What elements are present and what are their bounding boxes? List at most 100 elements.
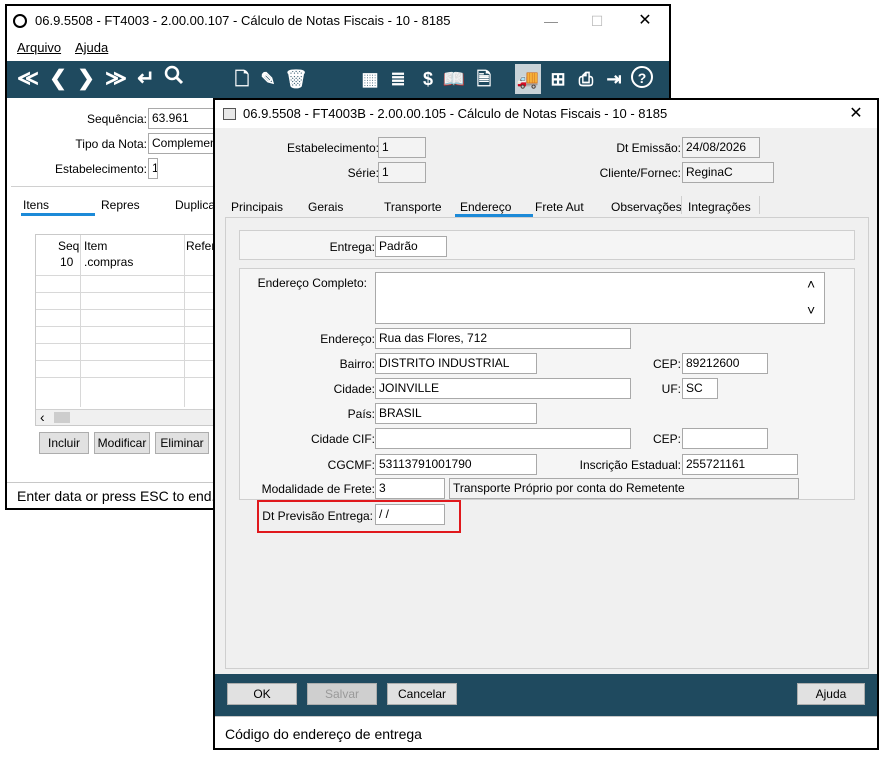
entrega-field[interactable]: Padrão [375,236,447,257]
pais-label: País: [347,407,375,421]
table-row[interactable] [36,326,220,342]
book-icon[interactable]: 📖 [441,64,467,94]
tab-duplicatas[interactable]: Duplica [175,198,215,212]
cep-field[interactable]: 89212600 [682,353,768,374]
modalidade-frete-description: Transporte Próprio por conta do Remetent… [449,478,799,499]
pais-field[interactable]: BRASIL [375,403,537,424]
last-icon[interactable]: ≫ [103,64,129,94]
dt-previsao-entrega-field[interactable]: / / [375,504,445,525]
dollar-icon[interactable]: $ [415,64,441,94]
tree-icon[interactable]: ⊞ [545,64,571,94]
ok-button[interactable]: OK [227,683,297,705]
invoice-icon[interactable]: 🗎 [471,64,497,94]
eliminar-button[interactable]: Eliminar [155,432,209,454]
cidade-cif-label: Cidade CIF: [310,432,375,446]
prev-icon[interactable]: ❮ [45,64,71,94]
first-icon[interactable]: ≪ [15,64,41,94]
cep-label: CEP: [652,357,681,371]
table-row[interactable] [36,377,220,393]
tab-observacoes[interactable]: Observações [611,200,682,214]
cidade-cif-field[interactable] [375,428,631,449]
estabelecimento-field[interactable]: 1 [148,158,158,179]
endereco-label: Endereço: [320,332,375,346]
scroll-down-icon[interactable]: ˅ [807,302,815,318]
calculator-icon[interactable]: ▦ [357,64,383,94]
inscricao-estadual-field[interactable]: 255721161 [682,454,798,475]
inscricao-estadual-label: Inscrição Estadual: [579,458,681,472]
uf-label: UF: [661,382,681,396]
endereco-field[interactable]: Rua das Flores, 712 [375,328,631,349]
salvar-button[interactable]: Salvar [307,683,377,705]
tab-itens[interactable]: Itens [23,198,49,212]
table-row[interactable] [36,275,220,291]
edit-doc-icon[interactable]: ✎ [255,64,281,94]
items-grid[interactable]: Seq Item Refer 10 .compras ‹ [35,234,220,426]
help-icon[interactable]: ? [631,66,653,88]
incluir-button[interactable]: Incluir [39,432,89,454]
tab-integracoes[interactable]: Integrações [688,200,751,214]
tab-principais[interactable]: Principais [231,200,283,214]
app-icon [13,14,27,28]
back-window-title: 06.9.5508 - FT4003 - 2.00.00.107 - Cálcu… [35,13,451,28]
tab-transporte[interactable]: Transporte [384,200,442,214]
cgcmf-field[interactable]: 53113791001790 [375,454,537,475]
estabelecimento-label: Estabelecimento: [286,141,379,155]
modificar-button[interactable]: Modificar [94,432,150,454]
delete-icon[interactable]: 🗑 [283,64,309,94]
action-bar: OK Salvar Cancelar Ajuda [215,674,877,716]
grid-cell-seq[interactable]: 10 [60,255,73,269]
report-icon[interactable]: ≣ [385,64,411,94]
table-row[interactable] [36,309,220,325]
cidade-label: Cidade: [333,382,375,396]
cliente-field[interactable]: ReginaC [682,162,774,183]
new-doc-icon[interactable]: 🗋 [229,64,255,94]
cep2-field[interactable] [682,428,768,449]
menu-arquivo[interactable]: Arquivo [17,40,61,55]
modalidade-frete-field[interactable]: 3 [375,478,445,499]
truck-icon[interactable]: 🚚 [515,64,541,94]
ajuda-button[interactable]: Ajuda [797,683,865,705]
bairro-field[interactable]: DISTRITO INDUSTRIAL [375,353,537,374]
grid-header-seq: Seq [58,239,80,253]
grid-cell-item[interactable]: .compras [84,255,133,269]
search-icon[interactable] [161,64,187,94]
tab-separator [681,196,682,214]
next-icon[interactable]: ❯ [73,64,99,94]
front-status-text: Código do endereço de entrega [225,726,422,742]
tab-frete-aut[interactable]: Frete Aut [535,200,584,214]
back-status-text: Enter data or press ESC to end. [17,488,216,504]
tab-gerais[interactable]: Gerais [308,200,343,214]
front-window: 06.9.5508 - FT4003B - 2.00.00.105 - Cálc… [213,98,879,750]
maximize-button[interactable]: ☐ [577,9,617,33]
dt-emissao-field[interactable]: 24/08/2026 [682,137,760,158]
grid-header-refer: Refer [186,239,216,253]
uf-field[interactable]: SC [682,378,718,399]
divider [11,186,221,187]
estabelecimento-label: Estabelecimento: [54,162,147,176]
close-button[interactable]: ✕ [625,9,665,33]
close-button[interactable]: ✕ [841,102,871,126]
dt-emissao-label: Dt Emissão: [616,141,681,155]
exit-icon[interactable]: ⇥ [601,64,627,94]
return-icon[interactable]: ↵ [133,64,159,94]
cidade-field[interactable]: JOINVILLE [375,378,631,399]
scroll-up-icon[interactable]: ˄ [807,276,815,292]
minimize-button[interactable]: — [531,9,571,33]
table-row[interactable] [36,292,220,308]
scroll-left-icon[interactable]: ‹ [40,409,45,425]
table-row[interactable] [36,360,220,376]
menu-ajuda[interactable]: Ajuda [75,40,108,55]
sequencia-label: Sequência: [86,112,147,126]
front-window-titlebar: 06.9.5508 - FT4003B - 2.00.00.105 - Cálc… [215,100,877,128]
endereco-completo-textarea[interactable] [375,272,825,324]
tab-endereco[interactable]: Endereço [460,200,511,214]
serie-field[interactable]: 1 [378,162,426,183]
tab-repres[interactable]: Repres [101,198,140,212]
scrollbar-thumb[interactable] [54,412,70,423]
table-row[interactable] [36,343,220,359]
estabelecimento-field[interactable]: 1 [378,137,426,158]
status-bar: Código do endereço de entrega [215,716,877,748]
cancelar-button[interactable]: Cancelar [387,683,457,705]
grid-hscrollbar[interactable]: ‹ [36,409,220,425]
print-icon[interactable]: ⎙ [573,64,599,94]
